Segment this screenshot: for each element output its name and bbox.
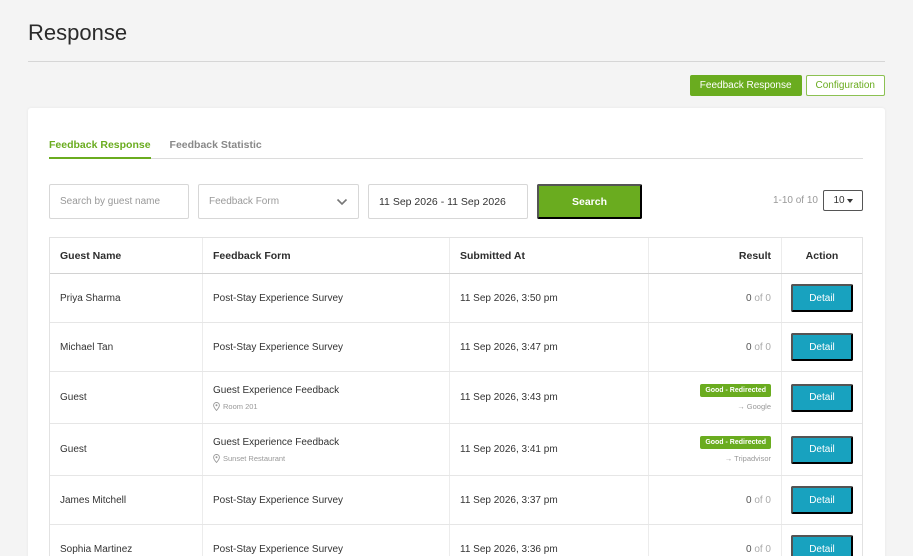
header-action: Action: [805, 249, 839, 262]
submitted-at-cell: 11 Sep 2026, 3:43 pm: [450, 372, 649, 423]
guest-search-input[interactable]: Search by guest name: [49, 184, 189, 219]
result-score: 0: [745, 543, 752, 555]
action-cell: Detail: [782, 525, 862, 556]
chevron-down-icon: [336, 198, 348, 206]
result-score: 0: [745, 341, 752, 353]
submitted-at-cell: 11 Sep 2026, 3:37 pm: [450, 476, 649, 524]
result-cell: Good - Redirected → Tripadvisor: [649, 424, 782, 475]
caret-down-icon: [846, 198, 853, 203]
feedback-form-cell: Post-Stay Experience Survey: [203, 323, 450, 371]
tab-feedback-statistic[interactable]: Feedback Statistic: [170, 136, 262, 159]
detail-button[interactable]: Detail: [791, 333, 853, 361]
detail-button[interactable]: Detail: [791, 486, 853, 514]
guest-name-cell: James Mitchell: [50, 476, 203, 524]
feedback-form-placeholder: Feedback Form: [209, 196, 280, 207]
feedback-response-button[interactable]: Feedback Response: [689, 75, 802, 96]
configuration-button[interactable]: Configuration: [805, 75, 885, 96]
action-cell: Detail: [782, 323, 862, 371]
detail-button[interactable]: Detail: [791, 383, 853, 412]
header-feedback-form: Feedback Form: [203, 238, 450, 273]
form-location-text: Sunset Restaurant: [223, 453, 286, 463]
feedback-form-cell: Post-Stay Experience Survey: [203, 476, 450, 524]
action-cell: Detail: [782, 424, 862, 475]
feedback-form-cell: Guest Experience Feedback Sunset Restaur…: [203, 424, 450, 475]
top-button-group: Feedback Response Configuration: [689, 75, 885, 96]
result-score: 0: [745, 292, 752, 304]
result-cell: 0 of 0: [649, 274, 782, 322]
status-badge: Good - Redirected: [700, 436, 771, 449]
form-location: Sunset Restaurant: [213, 454, 285, 463]
detail-button[interactable]: Detail: [791, 284, 853, 312]
tab-bar: Feedback Response Feedback Statistic: [49, 136, 863, 159]
form-location: Room 201: [213, 402, 258, 411]
feedback-form-cell: Post-Stay Experience Survey: [203, 525, 450, 556]
form-location-text: Room 201: [223, 401, 258, 411]
header-submitted-at: Submitted At: [450, 238, 649, 273]
result-cell: Good - Redirected → Google: [649, 372, 782, 423]
submitted-at-cell: 11 Sep 2026, 3:47 pm: [450, 323, 649, 371]
submitted-at-cell: 11 Sep 2026, 3:36 pm: [450, 525, 649, 556]
feedback-form-name: Guest Experience Feedback: [213, 384, 340, 396]
guest-name-cell: Michael Tan: [50, 323, 203, 371]
header-guest-name: Guest Name: [50, 238, 203, 273]
submitted-at-cell: 11 Sep 2026, 3:41 pm: [450, 424, 649, 475]
filter-bar: Search by guest name Feedback Form 11 Se…: [49, 184, 863, 219]
action-cell: Detail: [782, 372, 862, 423]
location-pin-icon: [213, 453, 220, 463]
redirect-target: → Google: [737, 402, 771, 411]
result-cell: 0 of 0: [649, 525, 782, 556]
guest-name-cell: Priya Sharma: [50, 274, 203, 322]
result-score: 0: [745, 494, 752, 506]
guest-name-cell: Guest: [50, 424, 203, 475]
table-row: James Mitchell Post-Stay Experience Surv…: [50, 476, 862, 525]
table-header: Guest Name Feedback Form Submitted At Re…: [50, 238, 862, 274]
guest-name-cell: Guest: [50, 372, 203, 423]
response-table: Guest Name Feedback Form Submitted At Re…: [49, 237, 863, 556]
table-row: Guest Guest Experience Feedback Sunset R…: [50, 424, 862, 476]
table-row: Guest Guest Experience Feedback Room 201…: [50, 372, 862, 424]
feedback-form-cell: Guest Experience Feedback Room 201: [203, 372, 450, 423]
table-row: Michael Tan Post-Stay Experience Survey …: [50, 323, 862, 372]
table-row: Sophia Martinez Post-Stay Experience Sur…: [50, 525, 862, 556]
action-cell: Detail: [782, 274, 862, 322]
result-cell: 0 of 0: [649, 323, 782, 371]
detail-button[interactable]: Detail: [791, 435, 853, 464]
action-cell: Detail: [782, 476, 862, 524]
feedback-form-name: Guest Experience Feedback: [213, 436, 340, 448]
location-pin-icon: [213, 401, 220, 411]
tab-feedback-response[interactable]: Feedback Response: [49, 136, 151, 159]
redirect-target: → Tripadvisor: [724, 454, 771, 463]
status-badge: Good - Redirected: [700, 384, 771, 397]
title-divider: [28, 61, 885, 62]
search-placeholder: Search by guest name: [60, 196, 161, 207]
result-total: of 0: [754, 341, 771, 353]
detail-button[interactable]: Detail: [791, 535, 853, 556]
date-range-value: 11 Sep 2026 - 11 Sep 2026: [379, 195, 506, 208]
guest-name-cell: Sophia Martinez: [50, 525, 203, 556]
result-cell: 0 of 0: [649, 476, 782, 524]
result-total: of 0: [754, 494, 771, 506]
header-result: Result: [649, 238, 782, 273]
page-title: Response: [28, 20, 128, 45]
response-card: Feedback Response Feedback Statistic Sea…: [28, 108, 885, 556]
feedback-form-cell: Post-Stay Experience Survey: [203, 274, 450, 322]
table-row: Priya Sharma Post-Stay Experience Survey…: [50, 274, 862, 323]
page-size-select[interactable]: 10: [823, 190, 863, 211]
feedback-form-select[interactable]: Feedback Form: [198, 184, 359, 219]
result-total: of 0: [754, 292, 771, 304]
date-range-input[interactable]: 11 Sep 2026 - 11 Sep 2026: [368, 184, 528, 219]
page-size-value: 10: [833, 195, 845, 206]
result-total: of 0: [754, 543, 771, 555]
submitted-at-cell: 11 Sep 2026, 3:50 pm: [450, 274, 649, 322]
pagination-info: 1-10 of 10: [772, 195, 818, 206]
search-button[interactable]: Search: [537, 184, 642, 219]
